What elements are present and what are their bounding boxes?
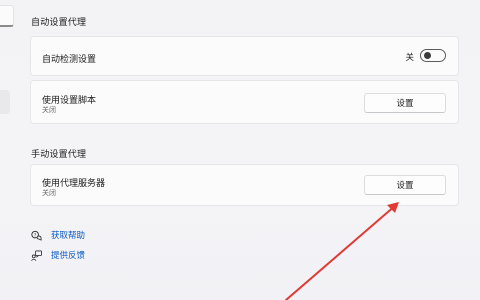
give-feedback-link-row[interactable]: 提供反馈	[31, 249, 85, 261]
nav-search-box[interactable]	[0, 5, 14, 27]
proxy-server-settings-button[interactable]: 设置	[364, 175, 446, 195]
setup-script-status: 关闭	[42, 106, 56, 114]
feedback-icon	[31, 250, 42, 261]
proxy-server-status: 关闭	[42, 189, 56, 197]
auto-proxy-section-title: 自动设置代理	[31, 18, 87, 28]
manual-proxy-section-title: 手动设置代理	[31, 150, 87, 160]
toggle-knob	[424, 52, 431, 59]
left-nav	[0, 0, 18, 300]
auto-detect-label: 自动检测设置	[42, 55, 97, 65]
setup-script-settings-button[interactable]: 设置	[364, 93, 446, 113]
get-help-link-row[interactable]: ? 获取帮助	[31, 229, 85, 241]
auto-detect-state-text: 关	[405, 53, 414, 63]
give-feedback-link[interactable]: 提供反馈	[51, 249, 85, 261]
setup-script-card[interactable]: 使用设置脚本 关闭 设置	[30, 80, 459, 124]
help-chat-icon: ?	[31, 230, 42, 241]
nav-selected-item[interactable]	[0, 90, 10, 114]
auto-detect-toggle[interactable]	[420, 49, 446, 62]
auto-detect-card[interactable]: 自动检测设置 关	[30, 36, 459, 76]
proxy-server-card[interactable]: 使用代理服务器 关闭 设置	[30, 164, 459, 206]
get-help-link[interactable]: 获取帮助	[51, 229, 85, 241]
